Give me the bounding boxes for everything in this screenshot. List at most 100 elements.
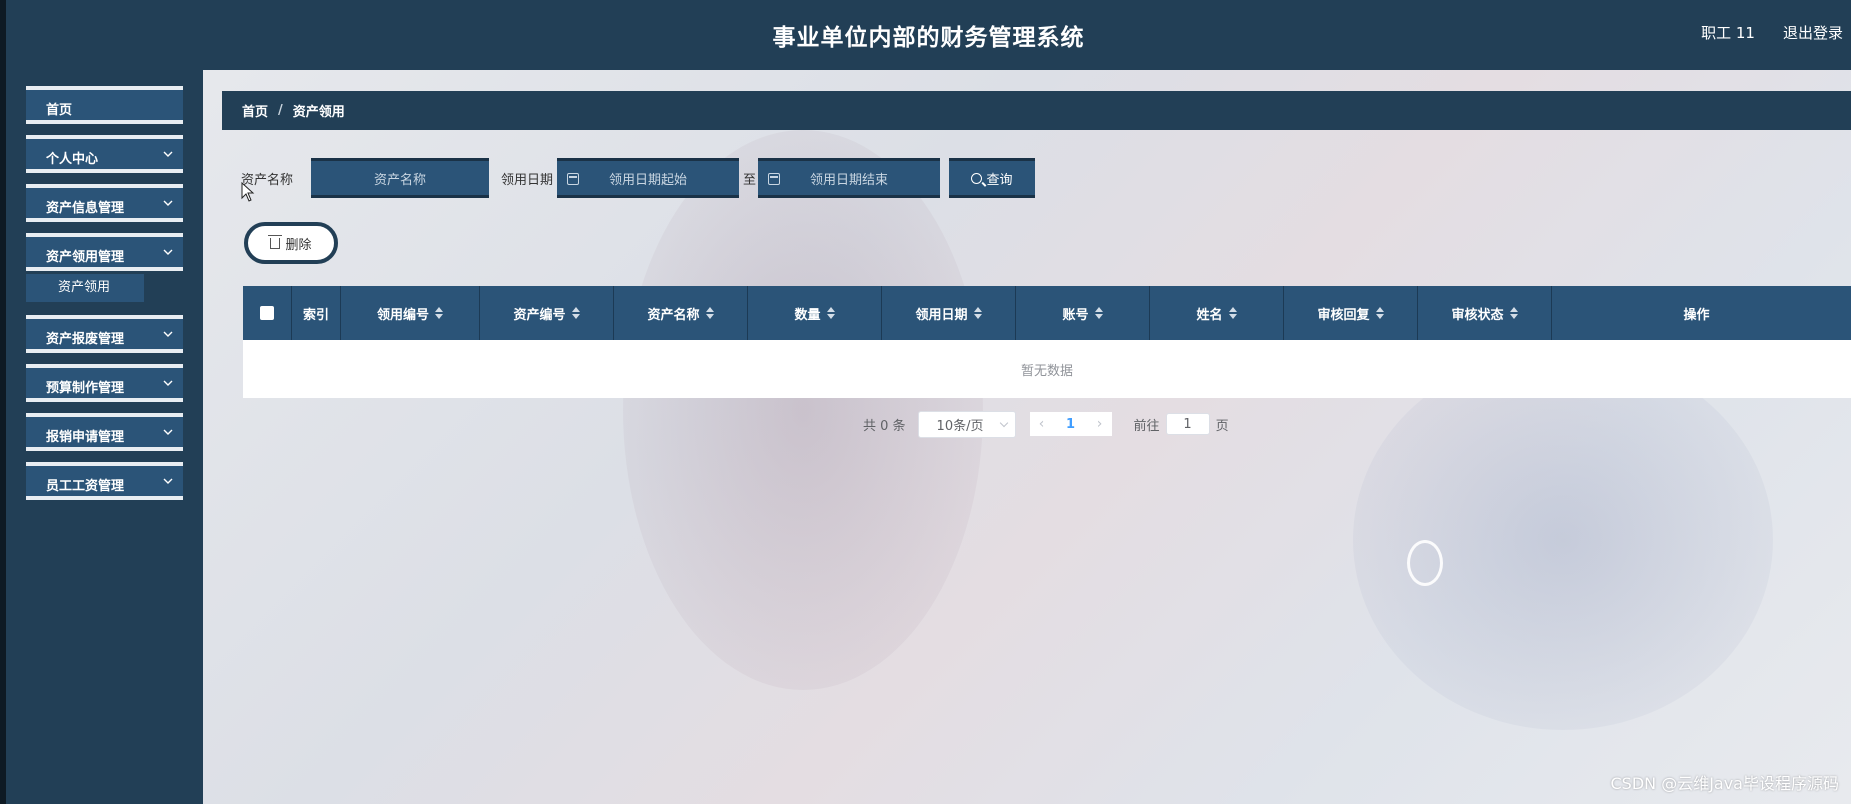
- breadcrumb-current: 资产领用: [292, 105, 345, 120]
- top-header: 事业单位内部的财务管理系统 职工 11 退出登录: [6, 0, 1851, 70]
- column-header-actions: 操作: [1552, 286, 1841, 340]
- chevron-down-icon: [163, 478, 173, 484]
- column-header-label: 索引: [302, 307, 329, 323]
- sidebar-item-label: 资产信息管理: [46, 201, 125, 216]
- sidebar-item-label: 员工工资管理: [46, 479, 125, 494]
- column-header-use-date[interactable]: 领用日期: [882, 286, 1016, 340]
- sidebar: 首页 个人中心 资产信息管理 资产领用管理 资产领用 资产报废管理 预算制作管理…: [6, 70, 203, 804]
- current-user[interactable]: 职工 11: [1701, 22, 1755, 43]
- column-header-asset-name[interactable]: 资产名称: [614, 286, 748, 340]
- app-title: 事业单位内部的财务管理系统: [772, 25, 1085, 51]
- goto-suffix: 页: [1215, 418, 1229, 434]
- sidebar-item-asset-scrap[interactable]: 资产报废管理: [26, 315, 183, 353]
- sort-icon[interactable]: [1094, 307, 1103, 319]
- column-header-review-reply[interactable]: 审核回复: [1284, 286, 1418, 340]
- sidebar-item-label: 资产报废管理: [46, 332, 125, 347]
- table-empty-row: 暂无数据: [243, 340, 1851, 398]
- calendar-icon: [567, 173, 579, 185]
- column-header-label: 姓名: [1196, 307, 1223, 323]
- breadcrumb-home[interactable]: 首页: [242, 101, 268, 120]
- pagination-total: 共 0 条: [863, 418, 906, 434]
- page-size-select[interactable]: 10条/页: [917, 410, 1016, 438]
- next-page-button[interactable]: ›: [1088, 412, 1112, 436]
- breadcrumb-separator: /: [278, 103, 283, 118]
- column-header-quantity[interactable]: 数量: [748, 286, 882, 340]
- sidebar-item-home[interactable]: 首页: [26, 86, 183, 124]
- background-image-detail: [1353, 350, 1773, 730]
- sidebar-item-label: 首页: [46, 103, 73, 118]
- column-header-name[interactable]: 姓名: [1150, 286, 1284, 340]
- column-header-index: 索引: [292, 286, 341, 340]
- query-button[interactable]: 查询: [949, 158, 1035, 198]
- column-header-use-no[interactable]: 领用编号: [341, 286, 480, 340]
- column-header-account[interactable]: 账号: [1016, 286, 1150, 340]
- date-range-separator: 至: [743, 173, 757, 188]
- sidebar-item-label: 报销申请管理: [46, 430, 125, 445]
- search-icon: [971, 172, 983, 184]
- watermark-text: CSDN @云维Java毕设程序源码: [1610, 774, 1839, 793]
- table-header-row: 索引 领用编号 资产编号 资产名称 数量 领用日期 账号 姓名 审核回复 审核状…: [243, 286, 1851, 340]
- date-start-placeholder: 领用日期起始: [608, 172, 687, 188]
- chevron-down-icon: [163, 429, 173, 435]
- select-all-checkbox[interactable]: [260, 306, 274, 320]
- sort-icon[interactable]: [826, 307, 835, 319]
- column-header-label: 资产编号: [513, 307, 566, 323]
- sort-icon[interactable]: [1509, 307, 1518, 319]
- sort-icon[interactable]: [435, 307, 443, 319]
- header-user-area: 职工 11 退出登录: [1701, 22, 1843, 43]
- date-end-input[interactable]: 领用日期结束: [758, 158, 940, 198]
- sort-icon[interactable]: [1228, 307, 1237, 319]
- sort-icon[interactable]: [705, 307, 714, 319]
- chevron-down-icon: [163, 380, 173, 386]
- column-header-label: 领用日期: [915, 307, 968, 323]
- background-image-detail: [1407, 540, 1443, 586]
- trash-icon: [268, 234, 283, 249]
- column-header-label: 账号: [1062, 307, 1089, 323]
- column-header-label: 审核回复: [1317, 307, 1370, 323]
- select-all-cell: [243, 286, 292, 340]
- column-header-review-status[interactable]: 审核状态: [1418, 286, 1552, 340]
- asset-use-table: 索引 领用编号 资产编号 资产名称 数量 领用日期 账号 姓名 审核回复 审核状…: [243, 286, 1851, 398]
- sort-icon[interactable]: [973, 307, 982, 319]
- mouse-cursor-icon: [241, 182, 255, 202]
- sidebar-item-asset-info[interactable]: 资产信息管理: [26, 184, 183, 222]
- use-date-label: 领用日期: [501, 173, 554, 188]
- column-header-label: 领用编号: [376, 307, 429, 323]
- page-number-button[interactable]: 1: [1054, 412, 1088, 436]
- goto-page-input[interactable]: [1165, 413, 1210, 435]
- sort-icon[interactable]: [1375, 307, 1384, 319]
- sidebar-item-personal-center[interactable]: 个人中心: [26, 135, 183, 173]
- prev-page-button[interactable]: ‹: [1030, 412, 1054, 436]
- breadcrumb: 首页 / 资产领用: [222, 91, 1851, 130]
- sidebar-item-asset-use[interactable]: 资产领用管理: [26, 233, 183, 271]
- sidebar-item-reimbursement[interactable]: 报销申请管理: [26, 413, 183, 451]
- goto-label: 前往: [1133, 418, 1160, 434]
- page-buttons: ‹ 1 ›: [1029, 412, 1112, 436]
- page-size-value: 10条/页: [936, 418, 984, 434]
- chevron-down-icon: [999, 418, 1008, 427]
- delete-button[interactable]: 删除: [244, 222, 338, 264]
- search-form: 资产名称 资产名称 领用日期 领用日期起始 至 领用日期结束 查询: [241, 158, 1241, 198]
- sidebar-item-label: 个人中心: [46, 152, 99, 167]
- delete-button-label: 删除: [285, 237, 312, 253]
- logout-link[interactable]: 退出登录: [1783, 22, 1843, 43]
- asset-name-input[interactable]: 资产名称: [311, 158, 489, 198]
- sort-icon[interactable]: [571, 307, 580, 319]
- sidebar-item-budget[interactable]: 预算制作管理: [26, 364, 183, 402]
- asset-name-placeholder: 资产名称: [373, 172, 426, 188]
- chevron-down-icon: [163, 151, 173, 157]
- column-header-label: 操作: [1683, 307, 1710, 323]
- date-end-placeholder: 领用日期结束: [809, 172, 888, 188]
- column-header-asset-no[interactable]: 资产编号: [480, 286, 614, 340]
- column-header-label: 资产名称: [647, 307, 700, 323]
- chevron-down-icon: [163, 249, 173, 255]
- chevron-down-icon: [163, 331, 173, 337]
- sidebar-item-label: 预算制作管理: [46, 381, 125, 396]
- sidebar-menu: 首页 个人中心 资产信息管理 资产领用管理 资产领用 资产报废管理 预算制作管理…: [26, 86, 183, 511]
- pagination: 共 0 条 10条/页 ‹ 1 › 前往 页: [863, 410, 1229, 438]
- sidebar-item-label: 资产领用管理: [46, 250, 125, 265]
- column-header-label: 审核状态: [1451, 307, 1504, 323]
- date-start-input[interactable]: 领用日期起始: [557, 158, 739, 198]
- sidebar-subitem-asset-use[interactable]: 资产领用: [26, 274, 144, 302]
- sidebar-item-salary[interactable]: 员工工资管理: [26, 462, 183, 500]
